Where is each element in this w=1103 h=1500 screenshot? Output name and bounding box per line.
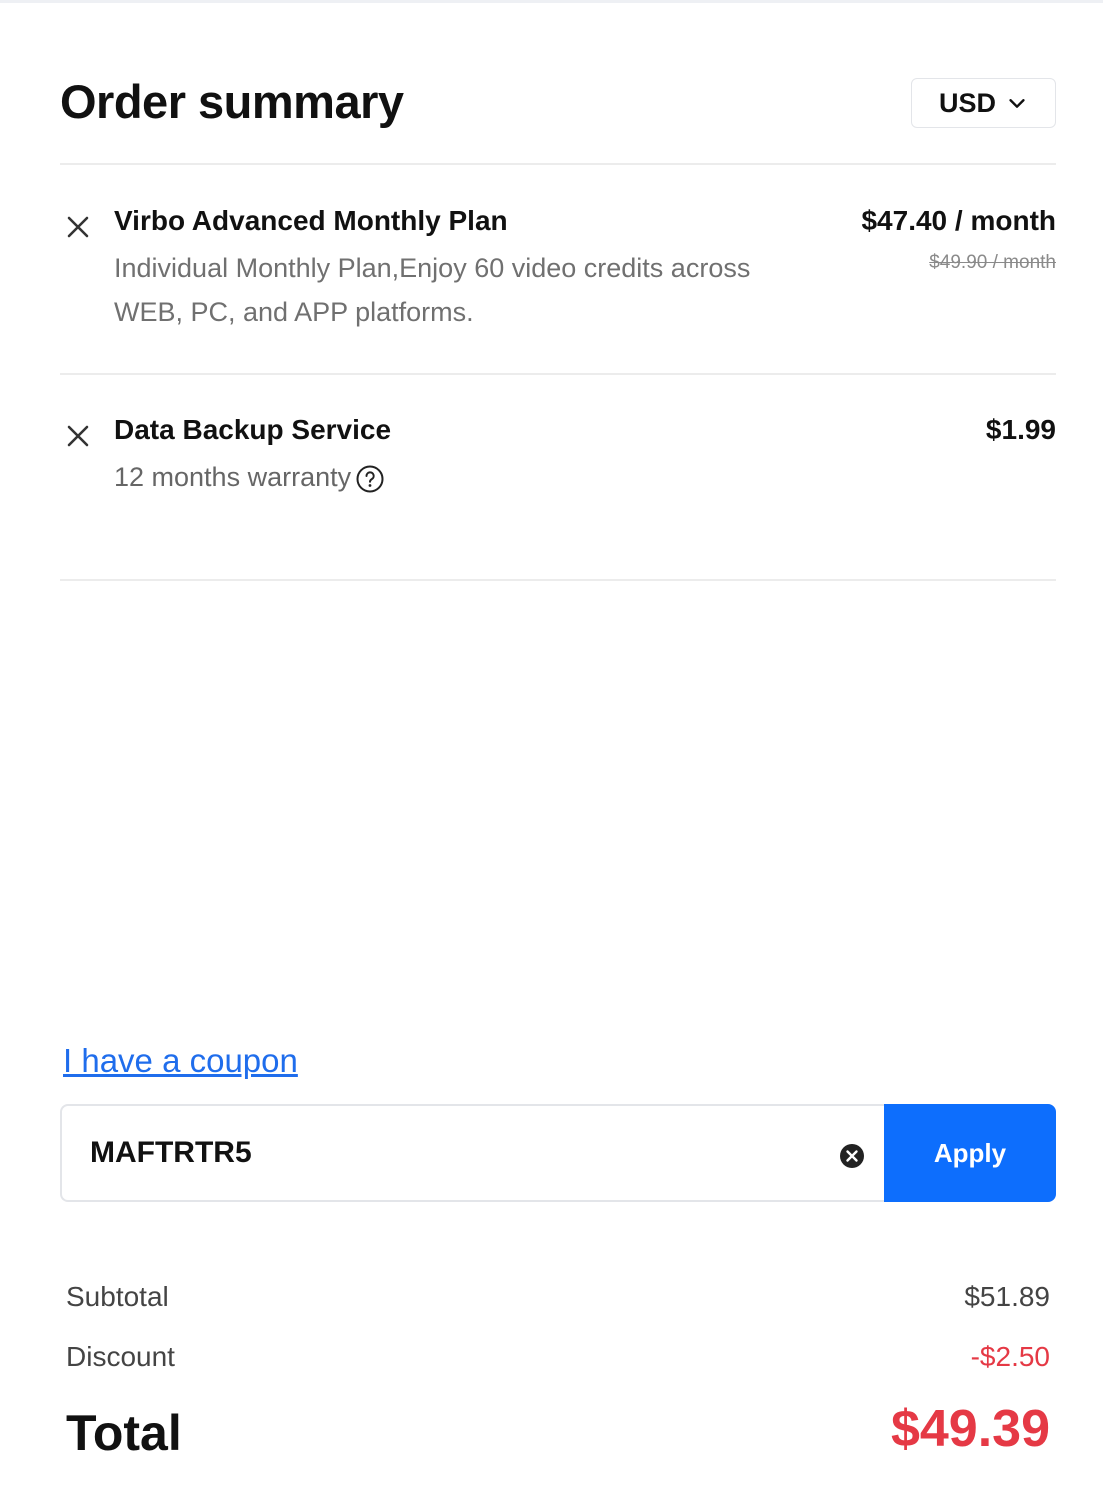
subtotal-row: Subtotal $51.89: [66, 1277, 1050, 1317]
order-summary-panel: Order summary USD Virbo Advanced Monthly…: [60, 0, 1056, 1500]
discount-label: Discount: [66, 1341, 175, 1372]
item-description: 12 months warranty: [114, 455, 754, 499]
apply-coupon-button[interactable]: Apply: [884, 1104, 1056, 1202]
item-original-price: $49.90 / month: [929, 252, 1056, 273]
order-item: Data Backup Service 12 months warranty $…: [60, 413, 1056, 503]
chevron-down-icon: [1009, 99, 1025, 108]
coupon-link[interactable]: I have a coupon: [63, 1040, 298, 1082]
clear-circle-icon[interactable]: [838, 1142, 866, 1170]
currency-label: USD: [938, 87, 996, 118]
divider: [60, 373, 1056, 375]
item-description-text: 12 months warranty: [114, 462, 352, 492]
page-title: Order summary: [60, 75, 404, 128]
currency-select[interactable]: USD: [911, 78, 1056, 128]
divider: [60, 163, 1056, 165]
item-price: $47.40 / month: [861, 205, 1056, 236]
total-value: $49.39: [890, 1400, 1050, 1458]
item-price: $1.99: [985, 414, 1056, 445]
order-item: Virbo Advanced Monthly Plan Individual M…: [60, 204, 1056, 334]
close-icon: [67, 216, 89, 238]
coupon-input[interactable]: [90, 1106, 810, 1200]
remove-item-button[interactable]: [64, 422, 92, 450]
divider: [60, 579, 1056, 581]
item-description: Individual Monthly Plan,Enjoy 60 video c…: [114, 253, 751, 327]
subtotal-value: $51.89: [964, 1281, 1050, 1312]
item-name: Data Backup Service: [114, 414, 392, 445]
coupon-input-wrapper: [60, 1104, 884, 1202]
close-icon: [67, 425, 89, 447]
coupon-form: Apply: [60, 1104, 1056, 1202]
discount-row: Discount -$2.50: [66, 1337, 1050, 1377]
discount-value: -$2.50: [970, 1341, 1050, 1372]
item-name: Virbo Advanced Monthly Plan: [114, 205, 508, 236]
total-label: Total: [66, 1405, 182, 1461]
subtotal-label: Subtotal: [66, 1281, 169, 1312]
order-summary-header: Order summary USD: [60, 74, 1056, 130]
remove-item-button[interactable]: [64, 213, 92, 241]
help-circle-icon[interactable]: [355, 464, 385, 494]
